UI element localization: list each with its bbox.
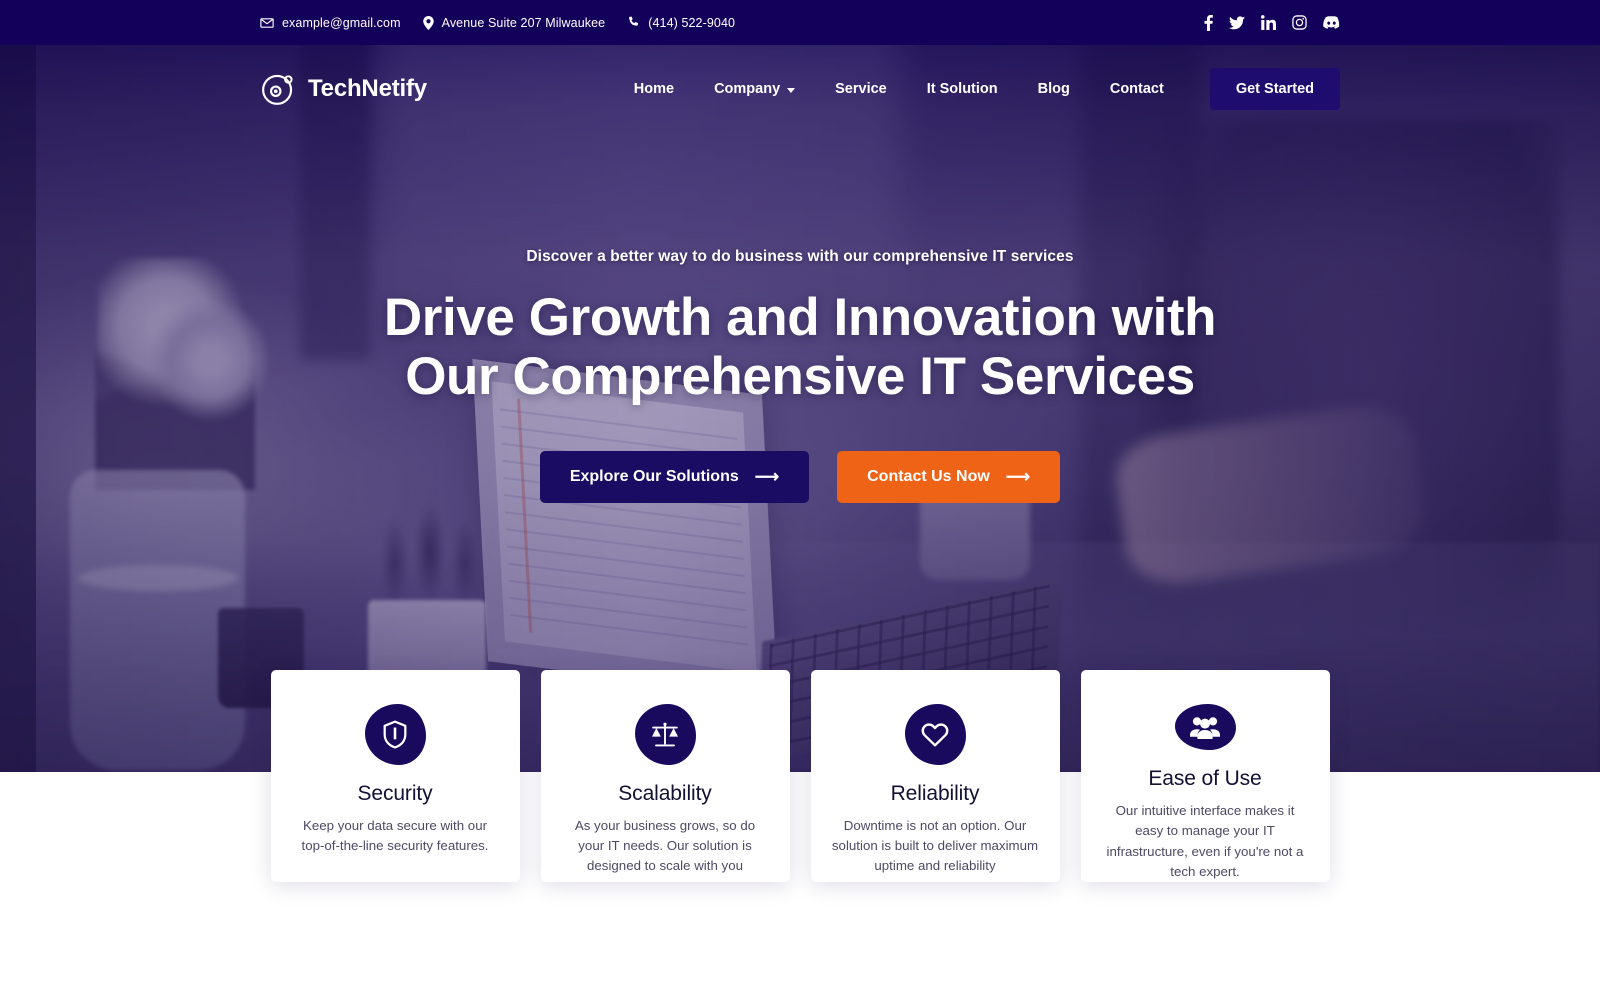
feature-card-reliability[interactable]: Reliability Downtime is not an option. O… [810, 670, 1060, 882]
arrow-right-icon: ⟶ [754, 467, 780, 487]
get-started-button[interactable]: Get Started [1209, 68, 1340, 110]
nav-item-it-solution-label: It Solution [926, 81, 998, 97]
contact-us-now-label: Contact Us Now [867, 467, 990, 485]
shield-icon [364, 704, 426, 765]
nav-item-service-label: Service [835, 81, 887, 97]
nav-item-company-label: Company [714, 81, 781, 97]
feature-card-desc: As your business grows, so do your IT ne… [574, 818, 756, 874]
hero-title-line-2: Our Comprehensive IT Services [405, 347, 1195, 407]
hero-title-line-1: Drive Growth and Innovation with [383, 288, 1217, 347]
contact-info-list: example@gmail.com Avenue Suite 207 Milwa… [260, 15, 735, 30]
balance-scale-icon [634, 704, 696, 765]
contact-phone[interactable]: (414) 522-9040 [627, 16, 735, 30]
contact-email-text: example@gmail.com [282, 15, 401, 30]
feature-card-title: Ease of Use [1148, 767, 1262, 791]
brand-name: TechNetify [308, 75, 427, 102]
nav-item-service[interactable]: Service [815, 81, 907, 97]
feature-cards-row: Security Keep your data secure with our … [0, 670, 1600, 882]
location-pin-icon [422, 15, 434, 30]
feature-card-title: Scalability [618, 782, 712, 805]
nav-item-it-solution[interactable]: It Solution [907, 81, 1018, 97]
arrow-right-icon: ⟶ [1005, 467, 1031, 487]
hero-cta-group: Explore Our Solutions ⟶ Contact Us Now ⟶ [539, 450, 1061, 503]
chevron-down-icon [787, 87, 796, 93]
feature-card-security[interactable]: Security Keep your data secure with our … [270, 670, 520, 882]
contact-email[interactable]: example@gmail.com [260, 16, 401, 30]
feature-card-desc: Our intuitive interface makes it easy to… [1106, 803, 1304, 879]
explore-solutions-label: Explore Our Solutions [569, 467, 739, 485]
nav-item-company[interactable]: Company [694, 81, 815, 97]
nav-item-home[interactable]: Home [614, 81, 694, 97]
feature-card-desc: Downtime is not an option. Our solution … [831, 818, 1039, 874]
page-title: Drive Growth and Innovation with Our Com… [383, 288, 1217, 407]
nav-item-blog[interactable]: Blog [1018, 81, 1090, 97]
social-links [1204, 14, 1340, 31]
heart-icon [904, 704, 966, 765]
landing-page: example@gmail.com Avenue Suite 207 Milwa… [0, 0, 1600, 1000]
phone-icon [627, 16, 640, 29]
twitter-icon[interactable] [1229, 15, 1245, 30]
feature-card-title: Security [357, 782, 433, 805]
nav-menu: Home Company Service It Solution Blog Co… [614, 81, 1184, 97]
instagram-icon[interactable] [1292, 15, 1307, 30]
brand-logo[interactable]: TechNetify [260, 71, 427, 107]
feature-card-desc: Keep your data secure with our top-of-th… [301, 818, 489, 854]
contact-us-now-button[interactable]: Contact Us Now ⟶ [837, 450, 1061, 503]
nav-item-blog-label: Blog [1037, 81, 1070, 97]
discord-icon[interactable] [1323, 16, 1340, 29]
explore-solutions-button[interactable]: Explore Our Solutions ⟶ [539, 450, 810, 503]
feature-card-scalability[interactable]: Scalability As your business grows, so d… [540, 670, 790, 882]
main-navigation-bar: TechNetify Home Company Service It Solut… [0, 45, 1600, 133]
contact-address[interactable]: Avenue Suite 207 Milwaukee [422, 15, 606, 30]
nav-item-home-label: Home [633, 81, 675, 97]
orbit-circle-icon [260, 71, 296, 107]
linkedin-icon[interactable] [1261, 15, 1276, 30]
envelope-icon [260, 16, 274, 30]
hero-section: Discover a better way to do business wit… [0, 45, 1600, 772]
feature-card-title: Reliability [890, 782, 980, 805]
nav-item-contact[interactable]: Contact [1090, 81, 1184, 97]
contact-address-text: Avenue Suite 207 Milwaukee [441, 15, 606, 30]
feature-card-ease-of-use[interactable]: Ease of Use Our intuitive interface make… [1080, 670, 1330, 882]
facebook-icon[interactable] [1204, 14, 1213, 31]
contact-phone-text: (414) 522-9040 [648, 15, 736, 30]
users-group-icon [1174, 704, 1236, 751]
nav-item-contact-label: Contact [1109, 81, 1164, 97]
hero-eyebrow: Discover a better way to do business wit… [526, 248, 1074, 265]
top-contact-bar: example@gmail.com Avenue Suite 207 Milwa… [0, 0, 1600, 45]
